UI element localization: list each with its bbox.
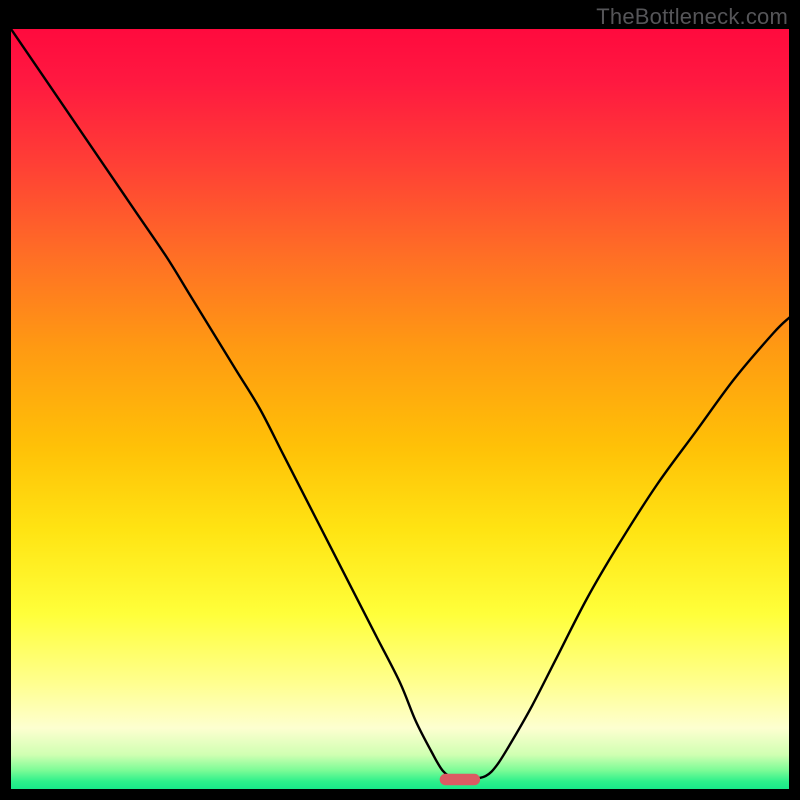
watermark-text: TheBottleneck.com — [596, 4, 788, 30]
optimal-marker — [440, 774, 480, 785]
chart-frame: TheBottleneck.com — [0, 0, 800, 800]
plot-area — [11, 29, 789, 789]
gradient-background — [11, 29, 789, 789]
chart-svg — [11, 29, 789, 789]
